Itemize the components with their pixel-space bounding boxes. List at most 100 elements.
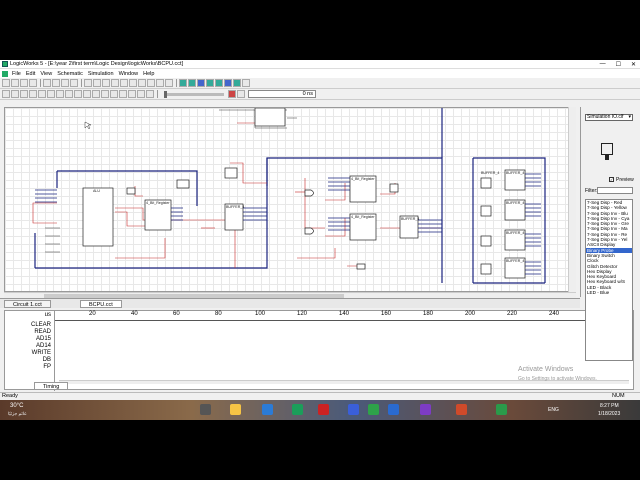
pointer-icon[interactable] xyxy=(93,79,101,87)
buffer-label-5: BUFFER_4 xyxy=(506,231,524,235)
signal-ad14[interactable]: AD14 xyxy=(36,343,51,349)
signal-write[interactable]: WRITE xyxy=(32,350,51,356)
sim-k-icon[interactable] xyxy=(92,90,100,98)
register-label-1: 4_Bit_Register xyxy=(146,201,170,205)
part-b-icon[interactable] xyxy=(188,79,196,87)
word-icon[interactable] xyxy=(388,404,399,415)
sim-d-icon[interactable] xyxy=(29,90,37,98)
list-item[interactable]: 7-Seg Disp Inv - Ma xyxy=(586,226,632,231)
sim-h-icon[interactable] xyxy=(65,90,73,98)
logicworks-taskbar-icon[interactable] xyxy=(496,404,507,415)
app-icon-2[interactable] xyxy=(456,404,467,415)
menu-simulation[interactable]: Simulation xyxy=(88,71,114,77)
open-icon[interactable] xyxy=(11,79,19,87)
sim-b-icon[interactable] xyxy=(11,90,19,98)
text-tool-icon[interactable] xyxy=(147,79,155,87)
part-d-icon[interactable] xyxy=(206,79,214,87)
undo-icon[interactable] xyxy=(70,79,78,87)
signal-db[interactable]: DB xyxy=(43,357,51,363)
save-icon[interactable] xyxy=(20,79,28,87)
sim-c-icon[interactable] xyxy=(20,90,28,98)
tab-circuit-1[interactable]: Circuit 1.cct xyxy=(4,300,51,308)
language-indicator[interactable]: ENG xyxy=(548,407,559,413)
status-bar: Ready NUM xyxy=(0,392,640,400)
document-icon[interactable] xyxy=(2,70,8,77)
maximize-button[interactable]: ☐ xyxy=(616,61,621,68)
new-icon[interactable] xyxy=(2,79,10,87)
time-ruler: 20 40 60 80 100 120 140 160 180 200 220 … xyxy=(55,311,633,321)
search-icon[interactable] xyxy=(200,404,211,415)
visual-studio-icon[interactable] xyxy=(420,404,431,415)
paste-icon[interactable] xyxy=(61,79,69,87)
tick-label: 240 xyxy=(549,311,560,317)
signal-clear[interactable]: CLEAR xyxy=(31,322,51,328)
arrow-icon[interactable] xyxy=(138,79,146,87)
schematic-vertical-scrollbar[interactable] xyxy=(568,107,576,292)
signal-ad15[interactable]: AD15 xyxy=(36,336,51,342)
part-c-icon[interactable] xyxy=(197,79,205,87)
sim-j-icon[interactable] xyxy=(83,90,91,98)
library-select[interactable]: Simulation IO.clf ▾ xyxy=(585,114,633,121)
menu-edit[interactable]: Edit xyxy=(26,71,35,77)
close-button[interactable]: ✕ xyxy=(631,61,636,68)
store-icon[interactable] xyxy=(292,404,303,415)
delete-icon[interactable] xyxy=(165,79,173,87)
weather-desc: غائم جزئيًا xyxy=(8,411,27,416)
sim-q-icon[interactable] xyxy=(146,90,154,98)
sim-e-icon[interactable] xyxy=(38,90,46,98)
part-g-icon[interactable] xyxy=(233,79,241,87)
print-icon[interactable] xyxy=(29,79,37,87)
menu-file[interactable]: File xyxy=(12,71,21,77)
part-f-icon[interactable] xyxy=(224,79,232,87)
chrome-icon[interactable] xyxy=(368,404,379,415)
menu-window[interactable]: Window xyxy=(119,71,139,77)
menu-schematic[interactable]: Schematic xyxy=(57,71,83,77)
speed-slider-thumb[interactable] xyxy=(164,90,167,98)
speed-slider[interactable] xyxy=(164,90,224,98)
plus-icon[interactable] xyxy=(156,79,164,87)
sim-a-icon[interactable] xyxy=(2,90,10,98)
signal-read[interactable]: READ xyxy=(34,329,51,335)
status-text: Ready xyxy=(2,393,18,399)
signal-fp[interactable]: FP xyxy=(43,364,51,370)
wire-icon[interactable] xyxy=(120,79,128,87)
file-explorer-icon[interactable] xyxy=(230,404,241,415)
step-icon[interactable] xyxy=(237,90,245,98)
sim-n-icon[interactable] xyxy=(119,90,127,98)
settings-icon[interactable] xyxy=(242,79,250,87)
parts-list[interactable]: 7-Seg Disp - Red 7-Seg Disp - Yellow 7-S… xyxy=(585,199,633,361)
probe-icon[interactable] xyxy=(111,79,119,87)
tab-timing[interactable]: Timing xyxy=(34,382,69,390)
part-a-icon[interactable] xyxy=(179,79,187,87)
tab-bcpu[interactable]: BCPU.cct xyxy=(80,300,122,308)
sim-l-icon[interactable] xyxy=(101,90,109,98)
minimize-button[interactable]: — xyxy=(600,61,606,68)
teams-icon[interactable] xyxy=(348,404,359,415)
list-item[interactable]: 7-Seg Disp - Yellow xyxy=(586,205,632,210)
clock-date[interactable]: 1/18/2023 xyxy=(598,411,620,417)
media-icon[interactable] xyxy=(318,404,329,415)
zoom-icon[interactable] xyxy=(84,79,92,87)
copy-icon[interactable] xyxy=(52,79,60,87)
sim-g-icon[interactable] xyxy=(56,90,64,98)
menu-view[interactable]: View xyxy=(40,71,52,77)
circuit-diagram[interactable]: ALU 4_Bit_Register BUFFER_4 4_Bit_Regist… xyxy=(5,108,576,292)
sim-m-icon[interactable] xyxy=(110,90,118,98)
edge-icon[interactable] xyxy=(262,404,273,415)
sim-i-icon[interactable] xyxy=(74,90,82,98)
sim-p-icon[interactable] xyxy=(137,90,145,98)
sim-f-icon[interactable] xyxy=(47,90,55,98)
cut-icon[interactable] xyxy=(43,79,51,87)
schematic-canvas[interactable]: ALU 4_Bit_Register BUFFER_4 4_Bit_Regist… xyxy=(4,107,576,292)
hand-icon[interactable] xyxy=(129,79,137,87)
menu-help[interactable]: Help xyxy=(143,71,154,77)
weather-temp[interactable]: 30°C xyxy=(10,403,23,409)
list-item[interactable]: LED - Blue xyxy=(586,290,632,295)
sim-o-icon[interactable] xyxy=(128,90,136,98)
filter-input[interactable] xyxy=(597,187,633,194)
stop-icon[interactable] xyxy=(228,90,236,98)
text-icon[interactable] xyxy=(102,79,110,87)
preview-checkbox[interactable]: ✓ xyxy=(609,177,614,182)
clock-time[interactable]: 8:27 PM xyxy=(600,403,619,409)
part-e-icon[interactable] xyxy=(215,79,223,87)
